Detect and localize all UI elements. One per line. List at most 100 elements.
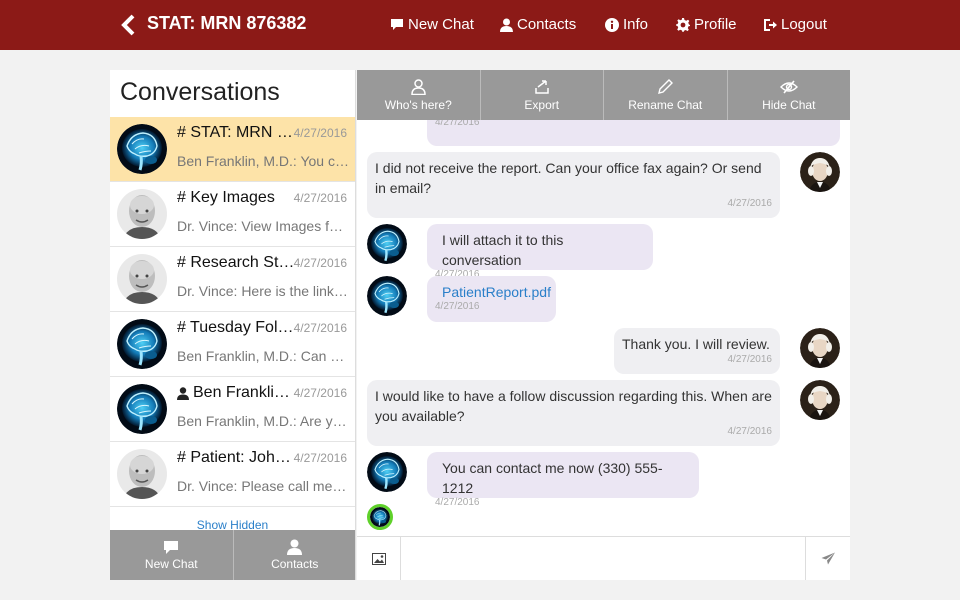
user-outline-icon (410, 78, 426, 95)
avatar-ben-franklin (800, 380, 840, 420)
new-chat-button[interactable]: New Chat (110, 530, 234, 580)
conversation-date: 4/27/2016 (293, 126, 347, 140)
rename-chat-label: Rename Chat (628, 97, 703, 112)
conversation-item[interactable]: # Key Images 4/27/2016 Dr. Vince: View I… (110, 182, 355, 247)
conversation-preview: Ben Franklin, M.D.: Can we meet Tuesday (177, 348, 349, 364)
conversation-item[interactable]: # STAT: MRN 876382 4/27/2016 Ben Frankli… (110, 117, 355, 182)
avatar-ben-franklin (800, 152, 840, 192)
conversation-preview: Dr. Vince: Here is the link to the resea… (177, 283, 349, 299)
nav-logout[interactable]: Logout (763, 16, 827, 33)
message-bubble: I did not receive the report. Can your o… (367, 152, 780, 218)
info-circle-icon (605, 17, 619, 32)
nav-profile[interactable]: Profile (676, 16, 737, 33)
rename-chat-button[interactable]: Rename Chat (604, 70, 728, 120)
conversation-item[interactable]: Ben Franklin, M.D. 4/27/2016 Ben Frankli… (110, 377, 355, 442)
message-text: I would like to have a follow discussion… (375, 388, 772, 424)
conversation-name: # Patient: John Doe (177, 449, 295, 466)
chat-bubble-icon (391, 19, 403, 30)
message-time: 4/27/2016 (727, 198, 773, 209)
message-bubble: PatientReport.pdf 4/27/2016 (427, 276, 556, 322)
top-navbar: STAT: MRN 876382 New Chat Contacts Info … (0, 0, 960, 50)
avatar-doctor-photo (117, 254, 167, 304)
export-icon (535, 79, 549, 94)
message-time: 4/27/2016 (435, 497, 480, 508)
conversation-item[interactable]: # Research Study 4/27/2016 Dr. Vince: He… (110, 247, 355, 312)
conversation-preview: Ben Franklin, M.D.: Are you available (177, 413, 349, 429)
avatar-brain-scan (367, 276, 407, 316)
conversation-preview: Dr. Vince: View Images for this study (177, 218, 349, 234)
new-chat-label: New Chat (144, 556, 198, 571)
conversations-sidebar: Conversations # STAT: MRN 876382 4/27/20… (110, 70, 356, 580)
chat-panel: Who's here? Export Rename Chat Hide Chat… (357, 70, 850, 580)
nav-info[interactable]: Info (605, 16, 648, 33)
conversation-date: 4/27/2016 (293, 451, 347, 465)
avatar-doctor-photo (117, 189, 167, 239)
message-text: You can contact me now (330) 555-1212 (442, 460, 663, 496)
conversation-list: # STAT: MRN 876382 4/27/2016 Ben Frankli… (110, 117, 355, 507)
conversation-preview: Dr. Vince: Please call me when you can (177, 478, 349, 494)
nav-new-chat-label: New Chat (408, 16, 474, 33)
message-time: 4/27/2016 (727, 426, 773, 437)
message-input[interactable] (402, 537, 804, 580)
hide-chat-button[interactable]: Hide Chat (727, 70, 850, 120)
message-bubble: I would like to have a follow discussion… (367, 380, 780, 446)
conversation-preview: Ben Franklin, M.D.: You can contact me n… (177, 153, 349, 169)
conversation-name: Ben Franklin, M.D. (177, 384, 295, 402)
conversation-item[interactable]: # Tuesday Follow-up 4/27/2016 Ben Frankl… (110, 312, 355, 377)
export-button[interactable]: Export (480, 70, 604, 120)
attachment-link[interactable]: PatientReport.pdf (442, 284, 551, 300)
chat-toolbar: Who's here? Export Rename Chat Hide Chat (357, 70, 850, 120)
conversation-date: 4/27/2016 (293, 256, 347, 270)
conversation-date: 4/27/2016 (293, 321, 347, 335)
message-time: 4/27/2016 (727, 354, 773, 365)
message-bubble: Thank you. I will review. 4/27/2016 (614, 328, 780, 374)
eye-slash-icon (779, 79, 798, 94)
nav-info-label: Info (623, 16, 649, 33)
chat-bubble-icon (164, 540, 179, 554)
user-icon (287, 539, 303, 555)
send-button[interactable] (805, 537, 850, 580)
message-bubble: You can contact me now (330) 555-1212 4/… (427, 452, 699, 508)
gear-icon (676, 17, 690, 32)
message-text: Thank you. I will review. (622, 336, 770, 352)
attach-image-button[interactable] (357, 537, 401, 580)
message-time: 4/27/2016 (435, 301, 480, 312)
typing-indicator-avatar (367, 504, 393, 530)
nav-new-chat[interactable]: New Chat (390, 16, 474, 33)
hide-chat-label: Hide Chat (762, 97, 816, 112)
avatar-brain-scan (117, 124, 167, 174)
avatar-brain-scan (117, 384, 167, 434)
export-label: Export (524, 97, 560, 112)
whos-here-button[interactable]: Who's here? (357, 70, 481, 120)
avatar-doctor-photo (117, 449, 167, 499)
message-text: I will attach it to this conversation (442, 232, 564, 268)
message-composer (357, 536, 850, 580)
user-icon (500, 18, 513, 32)
conversation-name: # STAT: MRN 876382 (177, 124, 295, 141)
send-icon (821, 552, 835, 565)
avatar-brain-scan (367, 452, 407, 492)
pencil-icon (658, 78, 674, 94)
conversation-item[interactable]: # Patient: John Doe 4/27/2016 Dr. Vince:… (110, 442, 355, 507)
avatar-brain-scan (117, 319, 167, 369)
conversation-name-text: Ben Franklin, M.D. (193, 384, 295, 401)
conversation-date: 4/27/2016 (293, 386, 347, 400)
page-title: STAT: MRN 876382 (147, 13, 307, 33)
contacts-button[interactable]: Contacts (233, 530, 355, 580)
avatar-brain-scan (367, 224, 407, 264)
sidebar-footer: New Chat Contacts (110, 530, 355, 580)
conversation-name: # Tuesday Follow-up (177, 319, 295, 336)
nav-contacts-label: Contacts (517, 16, 577, 33)
direct-message-user-icon (177, 386, 189, 400)
nav-logout-label: Logout (781, 16, 827, 33)
image-icon (371, 552, 386, 565)
back-chevron-icon[interactable] (120, 14, 138, 36)
conversation-name: # Research Study (177, 254, 295, 271)
nav-contacts[interactable]: Contacts (500, 16, 576, 33)
sidebar-title: Conversations (120, 78, 280, 106)
contacts-label: Contacts (271, 557, 319, 571)
conversation-name: # Key Images (177, 189, 275, 206)
logout-icon (764, 18, 777, 31)
nav-profile-label: Profile (694, 16, 737, 33)
message-text: I did not receive the report. Can your o… (375, 160, 762, 196)
